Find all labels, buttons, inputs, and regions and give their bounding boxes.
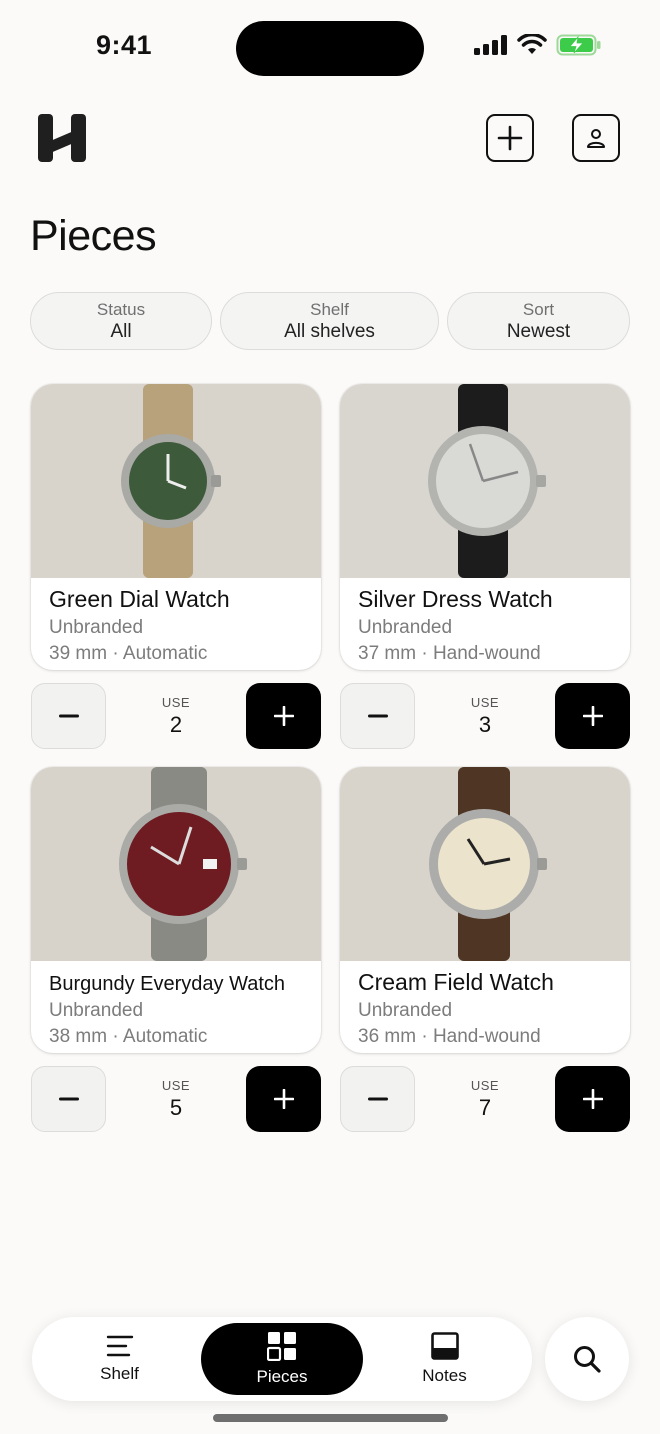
piece-card[interactable]: Silver Dress Watch Unbranded 37 mm · Han…: [340, 384, 630, 670]
status-time: 9:41: [96, 30, 153, 60]
piece-brand: Unbranded: [49, 617, 144, 638]
tab-pieces-label: Pieces: [256, 1367, 308, 1386]
piece-spec: 38 mm · Automatic: [49, 1026, 208, 1047]
use-counter: USE 3: [340, 683, 630, 749]
watch-photo: [31, 767, 321, 961]
shelf-filter-value: All shelves: [284, 321, 375, 342]
piece-name: Green Dial Watch: [49, 586, 230, 612]
piece-name: Cream Field Watch: [358, 969, 554, 995]
user-icon: [587, 129, 605, 148]
shelf-filter-label: Shelf: [310, 300, 349, 319]
tab-pieces[interactable]: Pieces: [201, 1323, 363, 1395]
watch-photo: [340, 384, 630, 578]
battery-charging-icon: [556, 34, 601, 56]
status-filter-value: All: [110, 321, 132, 342]
piece-brand: Unbranded: [358, 1000, 453, 1021]
plus-icon: [273, 1089, 294, 1109]
piece-spec: 36 mm · Hand-wound: [358, 1026, 541, 1047]
app-logo-icon: [38, 114, 86, 162]
sort-filter-value: Newest: [506, 321, 571, 342]
piece-card[interactable]: Cream Field Watch Unbranded 36 mm · Hand…: [340, 767, 630, 1053]
piece-card[interactable]: Burgundy Everyday Watch Unbranded 38 mm …: [31, 767, 321, 1053]
piece-spec: 39 mm · Automatic: [49, 643, 208, 664]
use-counter: USE 2: [31, 683, 321, 749]
search-icon: [574, 1346, 601, 1373]
status-filter[interactable]: Status All: [30, 292, 212, 350]
page-title: Pieces: [30, 212, 157, 260]
sort-filter-label: Sort: [522, 300, 555, 319]
watch-photo: [31, 384, 321, 578]
home-indicator: [213, 1414, 448, 1422]
piece-name: Silver Dress Watch: [358, 586, 553, 612]
sort-filter[interactable]: Sort Newest: [447, 292, 630, 350]
search-button[interactable]: [545, 1317, 629, 1401]
shelf-lines-icon: [106, 1335, 133, 1357]
wifi-icon: [517, 34, 547, 54]
piece-card[interactable]: Green Dial Watch Unbranded 39 mm · Autom…: [31, 384, 321, 670]
increment-button[interactable]: [246, 683, 321, 749]
tab-notes-label: Notes: [422, 1366, 467, 1385]
add-piece-button[interactable]: [486, 114, 534, 162]
status-icons: [474, 34, 602, 56]
plus-icon: [582, 706, 603, 726]
shelf-filter[interactable]: Shelf All shelves: [220, 292, 439, 350]
piece-brand: Unbranded: [49, 1000, 144, 1021]
piece-name: Burgundy Everyday Watch: [49, 973, 286, 995]
use-counter: USE 7: [340, 1066, 630, 1132]
plus-icon: [497, 125, 523, 151]
increment-button[interactable]: [555, 683, 630, 749]
bottom-tab-bar: Shelf Pieces Notes: [32, 1317, 532, 1401]
cellular-signal-icon: [474, 35, 507, 55]
piece-spec: 37 mm · Hand-wound: [358, 643, 541, 664]
watch-photo: [340, 767, 630, 961]
plus-icon: [582, 1089, 603, 1109]
increment-button[interactable]: [246, 1066, 321, 1132]
plus-icon: [273, 706, 294, 726]
use-counter: USE 5: [31, 1066, 321, 1132]
increment-button[interactable]: [555, 1066, 630, 1132]
tab-shelf-label: Shelf: [100, 1364, 139, 1383]
notes-icon: [430, 1332, 459, 1360]
tab-shelf[interactable]: Shelf: [42, 1323, 197, 1395]
dynamic-island: [236, 21, 424, 76]
piece-brand: Unbranded: [358, 617, 453, 638]
tab-notes[interactable]: Notes: [367, 1323, 522, 1395]
profile-button[interactable]: [572, 114, 620, 162]
status-filter-label: Status: [96, 300, 146, 319]
pieces-grid-icon: [267, 1332, 296, 1361]
